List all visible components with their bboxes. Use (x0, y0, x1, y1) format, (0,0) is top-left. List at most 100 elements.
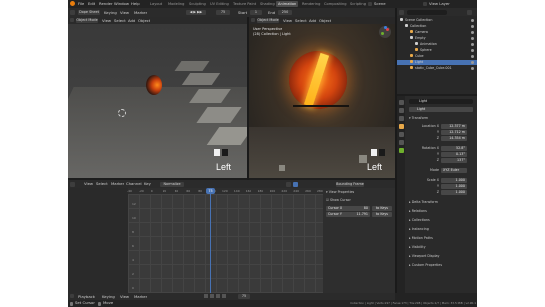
jump-start-icon[interactable] (204, 294, 208, 298)
pivot-dropdown[interactable]: Bounding Frame (336, 181, 364, 187)
axis-z-icon[interactable] (384, 26, 387, 29)
view-layer-selector[interactable]: View Layer (429, 1, 450, 7)
outliner-row[interactable]: Camera (397, 30, 477, 35)
transform-panel-header[interactable]: ▾ Transform (409, 116, 428, 121)
tab-shading[interactable]: Shading (258, 1, 277, 7)
visibility-eye-icon[interactable] (471, 31, 474, 34)
viewport-right[interactable]: Object Mode View Select Add Object User … (249, 17, 395, 178)
outliner-row[interactable]: Cube (397, 54, 477, 59)
playhead-frame-badge[interactable]: 75 (206, 188, 215, 194)
graph-select-menu[interactable]: Select (96, 181, 108, 187)
properties-search-input[interactable]: Light (409, 99, 473, 104)
scale-x-field[interactable]: 1.000 (441, 178, 467, 183)
outliner-row[interactable]: Animation (397, 42, 477, 47)
cursor-x-to-keys-button[interactable]: to Keys (372, 206, 392, 211)
scale-z-field[interactable]: 1.000 (441, 190, 467, 195)
visibility-eye-icon[interactable] (471, 25, 474, 28)
rotation-z-field[interactable]: 137° (441, 158, 467, 163)
outliner[interactable]: Scene Collection Collection Camera Empty Ani… (397, 8, 477, 94)
tab-sculpting[interactable]: Sculpting (187, 1, 208, 7)
timeline-marker-menu[interactable]: Marker (134, 294, 147, 300)
properties-section-header[interactable]: ▸ Motion Paths (409, 236, 433, 241)
play-button[interactable]: ◀ ▶ ▶▶ (186, 10, 206, 15)
menu-edit[interactable]: Edit (88, 1, 95, 7)
keying-menu[interactable]: Keying (102, 294, 115, 300)
location-y-field[interactable]: 12.712 m (441, 130, 467, 135)
rotation-x-field[interactable]: 52.8° (441, 146, 467, 151)
cursor-x-field[interactable]: Cursor X 80 (326, 206, 370, 211)
menu-help[interactable]: Help (131, 1, 140, 7)
dopesheet-view-menu[interactable]: View (120, 10, 129, 16)
tab-animation[interactable]: Animation (276, 1, 299, 7)
tab-uv-editing[interactable]: UV Editing (208, 1, 231, 7)
tab-scripting[interactable]: Scripting (348, 1, 368, 7)
viewport-left[interactable]: Object Mode View Select Add Object Left (68, 17, 247, 178)
rotation-mode-dropdown[interactable]: XYZ Euler (441, 168, 467, 173)
cursor-y-to-keys-button[interactable]: to Keys (372, 212, 392, 217)
menu-render[interactable]: Render (99, 1, 113, 7)
object-menu[interactable]: Object (138, 18, 150, 24)
visibility-eye-icon[interactable] (471, 37, 474, 40)
area-divider[interactable] (247, 17, 249, 180)
show-cursor-checkbox[interactable]: ☑ Show Cursor (326, 198, 351, 203)
data-tab-icon[interactable] (398, 148, 404, 153)
view-menu[interactable]: View (102, 18, 111, 24)
visibility-eye-icon[interactable] (471, 61, 474, 64)
outliner-row[interactable]: Sphere (397, 48, 477, 53)
sphere-object[interactable] (146, 75, 162, 95)
menu-window[interactable]: Window (114, 1, 129, 7)
dopesheet-marker-menu[interactable]: Marker (134, 10, 147, 16)
tab-texture-paint[interactable]: Texture Paint (231, 1, 258, 7)
menu-file[interactable]: File (78, 1, 84, 7)
properties-section-header[interactable]: ▸ Visibility (409, 245, 426, 250)
graph-grid[interactable] (128, 194, 323, 293)
outliner-row[interactable]: static_Cube_Cube.001 (397, 66, 477, 71)
visibility-eye-icon[interactable] (471, 49, 474, 52)
cursor-y-field[interactable]: Cursor Y 11.791 (326, 212, 370, 217)
properties-section-header[interactable]: ▸ Viewport Display (409, 254, 440, 259)
select-menu[interactable]: Select (114, 18, 126, 24)
editor-type-icon[interactable] (251, 18, 255, 22)
filter-icon[interactable] (286, 181, 291, 187)
mode-dropdown[interactable]: Object Mode (257, 18, 279, 23)
playhead-line[interactable] (210, 188, 211, 293)
render-tab-icon[interactable] (398, 108, 404, 113)
editor-type-icon[interactable] (70, 18, 74, 22)
physics-tab-icon[interactable] (398, 132, 404, 137)
light-origin-icon[interactable] (118, 109, 126, 117)
tab-rendering[interactable]: Rendering (300, 1, 322, 7)
properties-section-header[interactable]: ▸ Delta Transform (409, 200, 438, 205)
outliner-search-input[interactable] (407, 9, 447, 15)
normalize-toggle[interactable]: Normalize (160, 181, 184, 187)
graph-marker-menu[interactable]: Marker (111, 181, 124, 187)
outliner-row[interactable]: Scene Collection (397, 18, 477, 23)
timeline-current-frame[interactable]: 75 (238, 294, 250, 299)
scene-selector[interactable]: Scene (374, 1, 386, 7)
location-z-field[interactable]: 14.354 m (441, 136, 467, 141)
select-menu[interactable]: Select (295, 18, 307, 24)
visibility-eye-icon[interactable] (471, 43, 474, 46)
outliner-row[interactable]: Empty (397, 36, 477, 41)
tool-tab-icon[interactable] (398, 100, 404, 105)
properties-section-header[interactable]: ▸ Relations (409, 209, 427, 214)
end-frame-field[interactable]: 250 (278, 10, 292, 15)
scale-y-field[interactable]: 1.000 (441, 184, 467, 189)
add-menu[interactable]: Add (128, 18, 135, 24)
editor-type-icon[interactable] (70, 294, 74, 298)
channel-region[interactable] (68, 188, 128, 293)
tab-layout[interactable]: Layout (148, 1, 164, 7)
play-icon[interactable] (216, 294, 220, 298)
object-tab-icon[interactable] (398, 124, 404, 129)
view-menu[interactable]: View (283, 18, 292, 24)
timeline-view-menu[interactable]: View (120, 294, 129, 300)
outliner-row[interactable]: Light (397, 60, 477, 65)
editor-type-icon[interactable] (399, 9, 404, 15)
properties-section-header[interactable]: ▸ Custom Properties (409, 263, 442, 268)
axis-y-icon[interactable] (381, 32, 384, 35)
add-menu[interactable]: Add (309, 18, 316, 24)
mode-dropdown[interactable]: Object Mode (76, 18, 98, 23)
play-reverse-icon[interactable] (210, 294, 214, 298)
location-x-field[interactable]: 12.377 m (441, 124, 467, 129)
properties-editor[interactable]: Light Light ▾ Transform Location X 12.37… (397, 96, 477, 298)
view-properties-panel-header[interactable]: ▾ View Properties (326, 190, 354, 195)
